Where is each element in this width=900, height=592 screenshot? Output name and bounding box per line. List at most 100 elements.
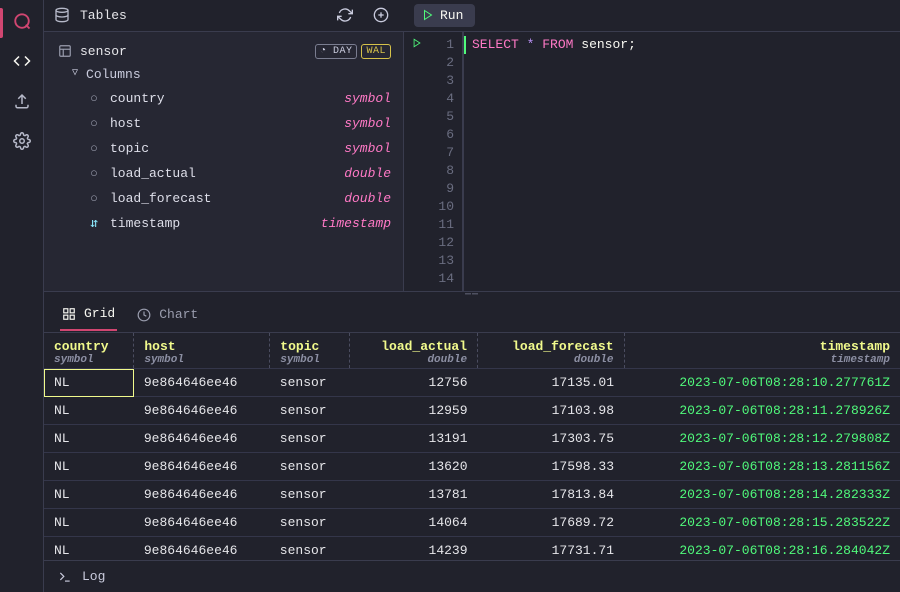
column-node[interactable]: ⇵timestamptimestamp — [84, 211, 395, 236]
table-cell[interactable]: 9e864646ee46 — [134, 397, 270, 425]
run-button[interactable]: Run — [414, 4, 475, 27]
table-cell[interactable]: 2023-07-06T08:28:14.282333Z — [624, 481, 900, 509]
run-line-icon[interactable] — [412, 38, 422, 48]
grid-header[interactable]: timestamptimestamp — [624, 333, 900, 369]
tab-grid[interactable]: Grid — [60, 298, 117, 331]
table-cell[interactable]: 2023-07-06T08:28:12.279808Z — [624, 425, 900, 453]
add-button[interactable] — [368, 3, 394, 27]
log-label: Log — [82, 569, 105, 584]
table-cell[interactable]: NL — [44, 509, 134, 537]
column-icon: ○ — [88, 166, 100, 181]
table-cell[interactable]: sensor — [270, 425, 350, 453]
table-cell[interactable]: 9e864646ee46 — [134, 481, 270, 509]
table-cell[interactable]: 9e864646ee46 — [134, 425, 270, 453]
column-name: host — [110, 116, 141, 131]
topbar: Tables Run — [44, 0, 900, 32]
grid-header[interactable]: countrysymbol — [44, 333, 134, 369]
columns-node[interactable]: ▽ Columns — [68, 63, 395, 86]
code-tab-icon[interactable] — [13, 52, 31, 70]
table-cell[interactable]: 9e864646ee46 — [134, 509, 270, 537]
table-cell[interactable]: 2023-07-06T08:28:10.277761Z — [624, 369, 900, 397]
table-cell[interactable]: sensor — [270, 369, 350, 397]
table-cell[interactable]: NL — [44, 397, 134, 425]
column-name: load_actual — [110, 166, 196, 181]
table-cell[interactable]: 13191 — [350, 425, 478, 453]
sql-editor[interactable]: 1234567891011121314 SELECT * FROM sensor… — [404, 32, 900, 291]
table-cell[interactable]: 17813.84 — [478, 481, 624, 509]
code-area[interactable]: SELECT * FROM sensor; — [464, 32, 900, 291]
grid-header[interactable]: load_actualdouble — [350, 333, 478, 369]
table-row[interactable]: NL9e864646ee46sensor1295917103.982023-07… — [44, 397, 900, 425]
column-icon: ○ — [88, 91, 100, 106]
table-cell[interactable]: 13781 — [350, 481, 478, 509]
table-cell[interactable]: 2023-07-06T08:28:13.281156Z — [624, 453, 900, 481]
table-cell[interactable]: 17731.71 — [478, 537, 624, 561]
tables-icon — [54, 7, 70, 23]
table-cell[interactable]: NL — [44, 537, 134, 561]
table-cell[interactable]: 14239 — [350, 537, 478, 561]
result-tabs: Grid Chart — [44, 298, 900, 333]
grid-header-name: timestamp — [820, 339, 890, 354]
table-cell[interactable]: sensor — [270, 453, 350, 481]
table-row[interactable]: NL9e864646ee46sensor1275617135.012023-07… — [44, 369, 900, 397]
column-node[interactable]: ○hostsymbol — [84, 111, 395, 136]
tab-chart-label: Chart — [159, 307, 198, 322]
table-cell[interactable]: 9e864646ee46 — [134, 537, 270, 561]
table-cell[interactable]: 14064 — [350, 509, 478, 537]
table-cell[interactable]: sensor — [270, 537, 350, 561]
table-cell[interactable]: 12959 — [350, 397, 478, 425]
column-type: double — [344, 166, 391, 181]
grid-header-name: load_actual — [381, 339, 467, 354]
table-cell[interactable]: 13620 — [350, 453, 478, 481]
table-cell[interactable]: 2023-07-06T08:28:11.278926Z — [624, 397, 900, 425]
table-name: sensor — [80, 44, 127, 59]
table-cell[interactable]: 17103.98 — [478, 397, 624, 425]
grid-header-name: load_forecast — [512, 339, 613, 354]
sql-ident: sensor — [581, 37, 628, 52]
table-cell[interactable]: 17689.72 — [478, 509, 624, 537]
settings-icon[interactable] — [13, 132, 31, 150]
table-cell[interactable]: sensor — [270, 509, 350, 537]
column-node[interactable]: ○countrysymbol — [84, 86, 395, 111]
column-icon: ○ — [88, 116, 100, 131]
table-cell[interactable]: 2023-07-06T08:28:15.283522Z — [624, 509, 900, 537]
table-cell[interactable]: NL — [44, 425, 134, 453]
sql-star: * — [527, 37, 535, 52]
column-node[interactable]: ○ load_actual double — [84, 161, 395, 186]
log-bar[interactable]: Log — [44, 560, 900, 592]
column-node[interactable]: ○topicsymbol — [84, 136, 395, 161]
sql-keyword: SELECT — [472, 37, 519, 52]
result-grid[interactable]: countrysymbolhostsymboltopicsymbolload_a… — [44, 333, 900, 560]
table-cell[interactable]: NL — [44, 453, 134, 481]
table-cell[interactable]: 17598.33 — [478, 453, 624, 481]
table-cell[interactable]: NL — [44, 369, 134, 397]
grid-header[interactable]: hostsymbol — [134, 333, 270, 369]
column-node[interactable]: ○load_forecastdouble — [84, 186, 395, 211]
grid-header[interactable]: topicsymbol — [270, 333, 350, 369]
run-button-label: Run — [440, 8, 463, 23]
table-row[interactable]: NL9e864646ee46sensor1378117813.842023-07… — [44, 481, 900, 509]
column-type: symbol — [344, 91, 391, 106]
table-cell[interactable]: sensor — [270, 397, 350, 425]
table-cell[interactable]: 9e864646ee46 — [134, 453, 270, 481]
table-row[interactable]: NL9e864646ee46sensor1423917731.712023-07… — [44, 537, 900, 561]
chevron-down-icon: ▽ — [72, 67, 78, 79]
grid-header[interactable]: load_forecastdouble — [478, 333, 624, 369]
refresh-button[interactable] — [332, 3, 358, 27]
partition-badge: DAY — [315, 44, 358, 59]
table-cell[interactable]: sensor — [270, 481, 350, 509]
table-cell[interactable]: 9e864646ee46 — [134, 369, 270, 397]
table-node[interactable]: sensor DAY WAL — [54, 40, 395, 63]
tab-chart[interactable]: Chart — [135, 299, 200, 330]
table-cell[interactable]: 2023-07-06T08:28:16.284042Z — [624, 537, 900, 561]
upload-icon[interactable] — [13, 92, 31, 110]
table-cell[interactable]: 17303.75 — [478, 425, 624, 453]
table-row[interactable]: NL9e864646ee46sensor1319117303.752023-07… — [44, 425, 900, 453]
table-cell[interactable]: NL — [44, 481, 134, 509]
table-cell[interactable]: 12756 — [350, 369, 478, 397]
table-cell[interactable]: 17135.01 — [478, 369, 624, 397]
table-row[interactable]: NL9e864646ee46sensor1362017598.332023-07… — [44, 453, 900, 481]
columns-label: Columns — [86, 67, 141, 82]
grid-header-type: double — [360, 354, 467, 366]
table-row[interactable]: NL9e864646ee46sensor1406417689.722023-07… — [44, 509, 900, 537]
